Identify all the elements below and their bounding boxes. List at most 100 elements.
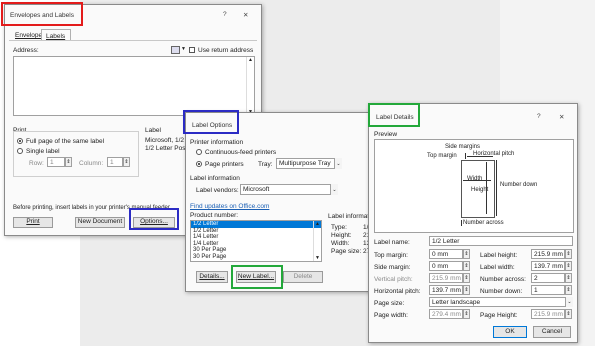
page-size-label: Page size: [331, 248, 362, 255]
product-list-scrollbar[interactable]: ▲ ▼ [313, 221, 321, 261]
new-document-button[interactable]: New Document [75, 217, 125, 228]
label-details-dialog: Label Details ? ✕ Preview Side margins T… [368, 103, 578, 343]
label-width-label: Label width: [480, 264, 515, 271]
help-button[interactable]: ? [223, 11, 227, 18]
preview-down-line [496, 160, 497, 216]
tray-select-value: Multipurpose Tray [279, 160, 331, 167]
details-close-button[interactable]: ✕ [559, 113, 564, 121]
label-info-label: Label information [190, 175, 240, 182]
address-textarea[interactable]: ▲ ▼ [13, 56, 255, 116]
label-name-label: Label name: [374, 239, 410, 246]
highlight-new-label-green [231, 265, 283, 289]
delete-button-label: Delete [293, 272, 313, 280]
tray-chevron-down-icon[interactable]: ⌄ [334, 158, 342, 169]
page-printers-radio[interactable] [196, 161, 202, 167]
cancel-button[interactable]: Cancel [533, 326, 571, 338]
top-margin-spinner[interactable]: ⇕ [463, 249, 470, 259]
preview-top-margin: Top margin [427, 153, 457, 159]
find-updates-link[interactable]: Find updates on Office.com [190, 203, 269, 210]
scroll-down-icon[interactable]: ▼ [314, 255, 321, 261]
label-name-input[interactable]: 1/2 Letter [429, 236, 573, 246]
number-across-spinner[interactable]: ⇕ [565, 273, 572, 283]
single-label-label: Single label [26, 148, 60, 155]
product-number-list[interactable]: 1/2 Letter 1/2 Letter 1/4 Letter 1/4 Letter… [190, 220, 322, 262]
number-down-input[interactable]: 1 [531, 285, 565, 295]
row-spinner[interactable]: ⇕ [65, 157, 72, 167]
product-list-item[interactable]: 30 Per Page [191, 254, 321, 261]
page-printers-label: Page printers [205, 161, 244, 168]
label-vendors-value: Microsoft [243, 186, 270, 193]
tray-label: Tray: [258, 161, 273, 168]
chevron-down-icon[interactable]: ▼ [181, 46, 186, 52]
page-height-label: Page Height: [480, 312, 518, 319]
page-width-input[interactable]: 279.4 mm [429, 309, 463, 319]
page-size-value: Letter landscape [432, 298, 481, 306]
top-margin-input[interactable]: 0 mm [429, 249, 463, 259]
product-list-items: 1/2 Letter 1/2 Letter 1/4 Letter 1/4 Letter… [191, 221, 321, 260]
ok-button-label: OK [505, 327, 515, 335]
preview-side-margins: Side margins [445, 144, 481, 150]
preview-number-across: Number across [463, 220, 504, 226]
tray-select[interactable]: Multipurpose Tray [276, 158, 342, 169]
address-label: Address: [13, 47, 39, 54]
page-height-spinner[interactable]: ⇕ [565, 309, 572, 319]
details-help-button[interactable]: ? [537, 113, 541, 120]
number-across-label: Number across: [480, 276, 526, 283]
horizontal-pitch-input[interactable]: 139.7 mm [429, 285, 463, 295]
single-label-radio[interactable] [17, 148, 23, 154]
number-across-input[interactable]: 2 [531, 273, 565, 283]
label-group-label: Label [145, 127, 161, 134]
vertical-pitch-input[interactable]: 215.9 mm [429, 273, 463, 283]
number-down-label: Number down: [480, 288, 523, 295]
label-height-label: Label height: [480, 252, 518, 259]
scroll-up-icon[interactable]: ▲ [314, 221, 321, 227]
side-margin-input[interactable]: 0 mm [429, 261, 463, 271]
page-width-spinner[interactable]: ⇕ [463, 309, 470, 319]
address-scrollbar[interactable]: ▲ ▼ [246, 57, 254, 115]
number-down-spinner[interactable]: ⇕ [565, 285, 572, 295]
details-button[interactable]: Details... [196, 271, 228, 283]
printer-info-label: Printer information [190, 139, 244, 146]
page-size-select[interactable]: Letter landscape [429, 297, 573, 307]
preview-label: Preview [374, 131, 398, 138]
label-vendors-select[interactable]: Microsoft [240, 184, 338, 195]
preview-pitch-line [467, 156, 493, 157]
side-margin-spinner[interactable]: ⇕ [463, 261, 470, 271]
label-height-spinner[interactable]: ⇕ [565, 249, 572, 259]
use-return-address-label: Use return address [198, 47, 254, 54]
ok-button[interactable]: OK [493, 326, 527, 338]
label-preview-line2[interactable]: 1/2 Letter Post [145, 145, 187, 152]
preview-height-line [486, 162, 487, 214]
use-return-address-checkbox[interactable] [189, 47, 195, 53]
preview-width: Width [467, 176, 483, 182]
vertical-pitch-spinner[interactable]: ⇕ [463, 273, 470, 283]
page-size-label: Page size: [374, 300, 405, 307]
width-label: Width: [331, 240, 350, 247]
delete-button[interactable]: Delete [283, 271, 323, 283]
print-button[interactable]: Print [13, 217, 53, 228]
label-vendors-label: Label vendors: [196, 187, 239, 194]
preview-arrow-top [465, 153, 466, 159]
vendors-chevron-down-icon[interactable]: ⌄ [330, 184, 338, 195]
horizontal-pitch-spinner[interactable]: ⇕ [463, 285, 470, 295]
continuous-feed-radio[interactable] [196, 149, 202, 155]
full-page-label: Full page of the same label [26, 138, 105, 145]
address-book-icon[interactable] [171, 46, 180, 54]
print-button-label: Print [26, 218, 40, 226]
label-height-input[interactable]: 215.9 mm [531, 249, 565, 259]
column-spinner[interactable]: ⇕ [123, 157, 130, 167]
label-preview-line1[interactable]: Microsoft, 1/2 [145, 137, 184, 144]
label-width-spinner[interactable]: ⇕ [565, 261, 572, 271]
row-input[interactable]: 1 [47, 157, 65, 167]
highlight-options-blue [129, 208, 179, 230]
scroll-up-icon[interactable]: ▲ [247, 57, 254, 63]
column-input[interactable]: 1 [107, 157, 123, 167]
full-page-radio[interactable] [17, 138, 23, 144]
page-height-input[interactable]: 215.9 mm [531, 309, 565, 319]
label-width-input[interactable]: 139.7 mm [531, 261, 565, 271]
close-button[interactable]: ✕ [243, 11, 248, 19]
tab-labels-text: Labels [46, 33, 66, 40]
horizontal-pitch-label: Horizontal pitch: [374, 288, 421, 295]
page-size-chevron-down-icon[interactable]: ⌄ [565, 297, 573, 307]
height-label: Height: [331, 232, 352, 239]
